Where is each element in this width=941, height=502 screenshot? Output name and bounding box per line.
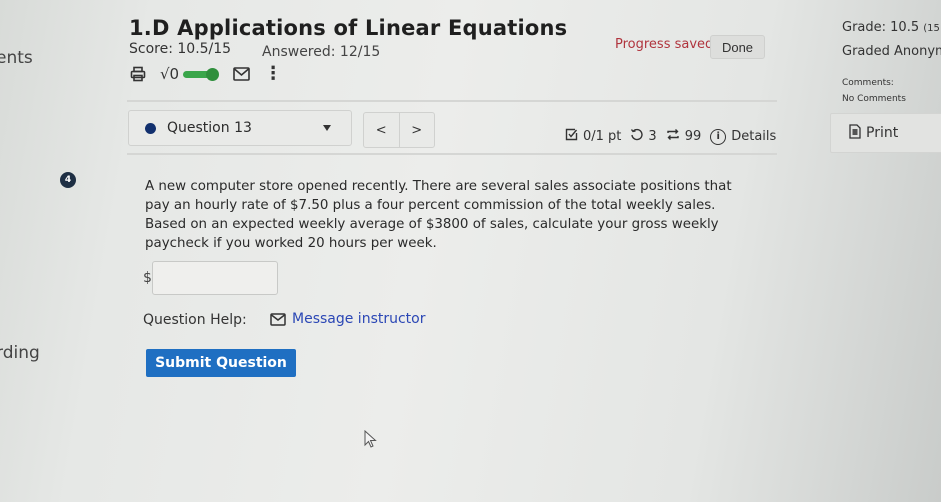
next-question-button[interactable]: > [398,113,435,147]
message-instructor-label: Message instructor [292,311,426,327]
math-toggle[interactable]: √0 [160,65,179,83]
question-pager: < > [363,112,435,148]
retry-icon [630,128,644,145]
retries-count: 3 [648,129,657,144]
checkbox-edit-icon [565,128,578,145]
points-text: 0/1 pt [583,129,622,144]
progress-status: Progress saved [615,37,714,52]
document-icon [849,123,861,143]
comments-label: Comments: [842,78,894,88]
attempts-icon [666,128,680,145]
question-meta: 0/1 pt 3 99 i Details [565,128,776,145]
info-icon[interactable]: i [710,128,727,145]
question-number-badge: 4 [60,172,76,188]
sidebar-item-partial[interactable]: ents [0,48,33,68]
divider [127,153,777,155]
sqrt-icon: √0 [160,65,180,83]
math-toggle-switch[interactable] [183,68,220,81]
print-label: Print [866,125,899,141]
grade-value: Grade: 10.5 [842,20,920,35]
graded-anonymously-text: Graded Anonym [842,44,941,59]
question-text: A new computer store opened recently. Th… [145,179,732,251]
divider [127,100,777,102]
mail-icon[interactable] [233,67,250,81]
answer-input[interactable] [152,261,278,295]
question-select[interactable]: Question 13 [128,110,352,146]
submit-question-button[interactable]: Submit Question [146,349,296,377]
message-instructor-link[interactable]: Message instructor [270,311,426,327]
question-select-label: Question 13 [167,120,252,136]
done-button[interactable]: Done [710,35,765,59]
print-button[interactable]: Print [830,113,941,153]
details-link[interactable]: Details [731,129,776,144]
question-status-dot [145,122,156,134]
currency-symbol: $ [143,270,152,286]
mail-icon [270,312,286,326]
grade-suffix: (15 p [923,23,941,34]
caret-down-icon [323,125,331,131]
mouse-cursor-icon [364,429,378,454]
grade-text: Grade: 10.5 (15 p [842,20,941,35]
toggle-knob [206,68,220,81]
assignment-toolbar: √0 ⋮ [130,63,282,85]
comments-value: No Comments [842,94,906,104]
question-help-label: Question Help: [143,312,247,328]
previous-question-button[interactable]: < [364,113,399,147]
more-vertical-icon[interactable]: ⋮ [264,65,282,83]
score-text: Score: 10.5/15 [129,41,232,57]
printer-icon[interactable] [130,66,146,82]
attempts-count: 99 [684,129,702,144]
sidebar-item-partial[interactable]: rding [0,343,40,363]
answered-text: Answered: 12/15 [262,44,381,60]
page-title: 1.D Applications of Linear Equations [129,16,568,40]
